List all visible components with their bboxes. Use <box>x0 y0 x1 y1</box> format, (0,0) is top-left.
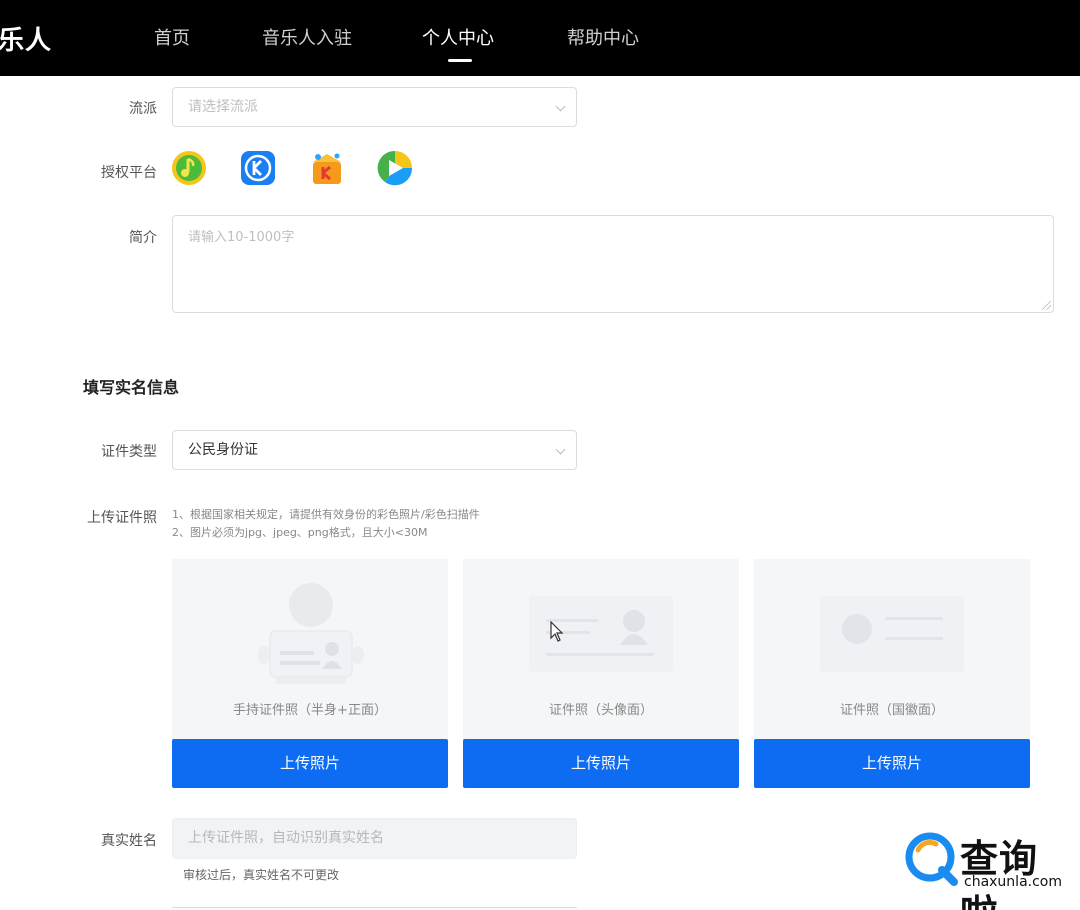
upload-card-caption: 手持证件照（半身+正面） <box>233 703 387 718</box>
intro-textarea[interactable]: 请输入10-1000字 <box>172 215 1054 313</box>
id-type-value: 公民身份证 <box>188 442 258 458</box>
watermark-url: chaxunla.com <box>964 874 1062 890</box>
magnifier-logo-icon <box>905 832 958 886</box>
upload-card-caption: 证件照（头像面） <box>548 703 653 718</box>
nav-personal-center[interactable]: 个人中心 <box>422 24 494 50</box>
id-emblem-side-illustration <box>820 596 964 672</box>
qq-music-icon[interactable] <box>171 150 207 186</box>
upload-card-handheld: 手持证件照（半身+正面） 上传照片 <box>172 559 448 788</box>
mouse-cursor-icon <box>550 621 564 642</box>
nav-help-center[interactable]: 帮助中心 <box>567 24 639 50</box>
upload-card-emblem-side: 证件照（国徽面） 上传照片 <box>754 559 1030 788</box>
nav-musician-join[interactable]: 音乐人入驻 <box>262 24 352 50</box>
platforms-label: 授权平台 <box>101 165 157 181</box>
handheld-id-illustration <box>258 583 364 684</box>
chevron-down-icon <box>555 444 566 455</box>
genre-placeholder: 请选择流派 <box>188 99 258 115</box>
profile-form-page: 流派 请选择流派 授权平台 简介 请输入10-1000字 填写实名信息 证件类型… <box>0 76 1080 910</box>
kugou-music-icon[interactable] <box>240 150 276 186</box>
upload-card-caption: 证件照（国徽面） <box>839 703 944 718</box>
active-nav-indicator <box>448 59 472 62</box>
site-watermark: 查询啦 chaxunla.com <box>902 826 1074 910</box>
real-name-input[interactable]: 上传证件照，自动识别真实姓名 <box>172 818 577 859</box>
top-nav-bar: 乐人 首页 音乐人入驻 个人中心 帮助中心 <box>0 0 1080 76</box>
resize-handle-icon[interactable] <box>1042 301 1051 310</box>
upload-hint-1: 1、根据国家相关规定，请提供有效身份的彩色照片/彩色扫描件 <box>172 508 480 521</box>
real-name-note: 审核过后，真实姓名不可更改 <box>183 868 340 882</box>
upload-id-label: 上传证件照 <box>87 510 157 526</box>
upload-photo-button[interactable]: 上传照片 <box>172 739 448 788</box>
nav-home[interactable]: 首页 <box>154 24 190 50</box>
upload-hint-2: 2、图片必须为jpg、jpeg、png格式，且大小<30M <box>172 526 428 539</box>
upload-card-portrait-side: 证件照（头像面） 上传照片 <box>463 559 739 788</box>
real-name-label: 真实姓名 <box>101 833 157 849</box>
watermark-title: 查询啦 <box>960 837 1039 910</box>
realname-section-title: 填写实名信息 <box>83 378 180 397</box>
genre-select[interactable]: 请选择流派 <box>172 87 577 127</box>
intro-placeholder: 请输入10-1000字 <box>188 230 295 245</box>
id-type-label: 证件类型 <box>101 444 157 460</box>
site-logo[interactable]: 乐人 <box>0 20 52 57</box>
id-type-select[interactable]: 公民身份证 <box>172 430 577 470</box>
kuwo-karaoke-icon[interactable] <box>309 150 345 186</box>
upload-photo-button[interactable]: 上传照片 <box>754 739 1030 788</box>
genre-label: 流派 <box>129 101 157 117</box>
chevron-down-icon <box>555 101 566 112</box>
upload-photo-button[interactable]: 上传照片 <box>463 739 739 788</box>
kuwo-music-icon[interactable] <box>377 150 413 186</box>
intro-label: 简介 <box>129 230 157 246</box>
